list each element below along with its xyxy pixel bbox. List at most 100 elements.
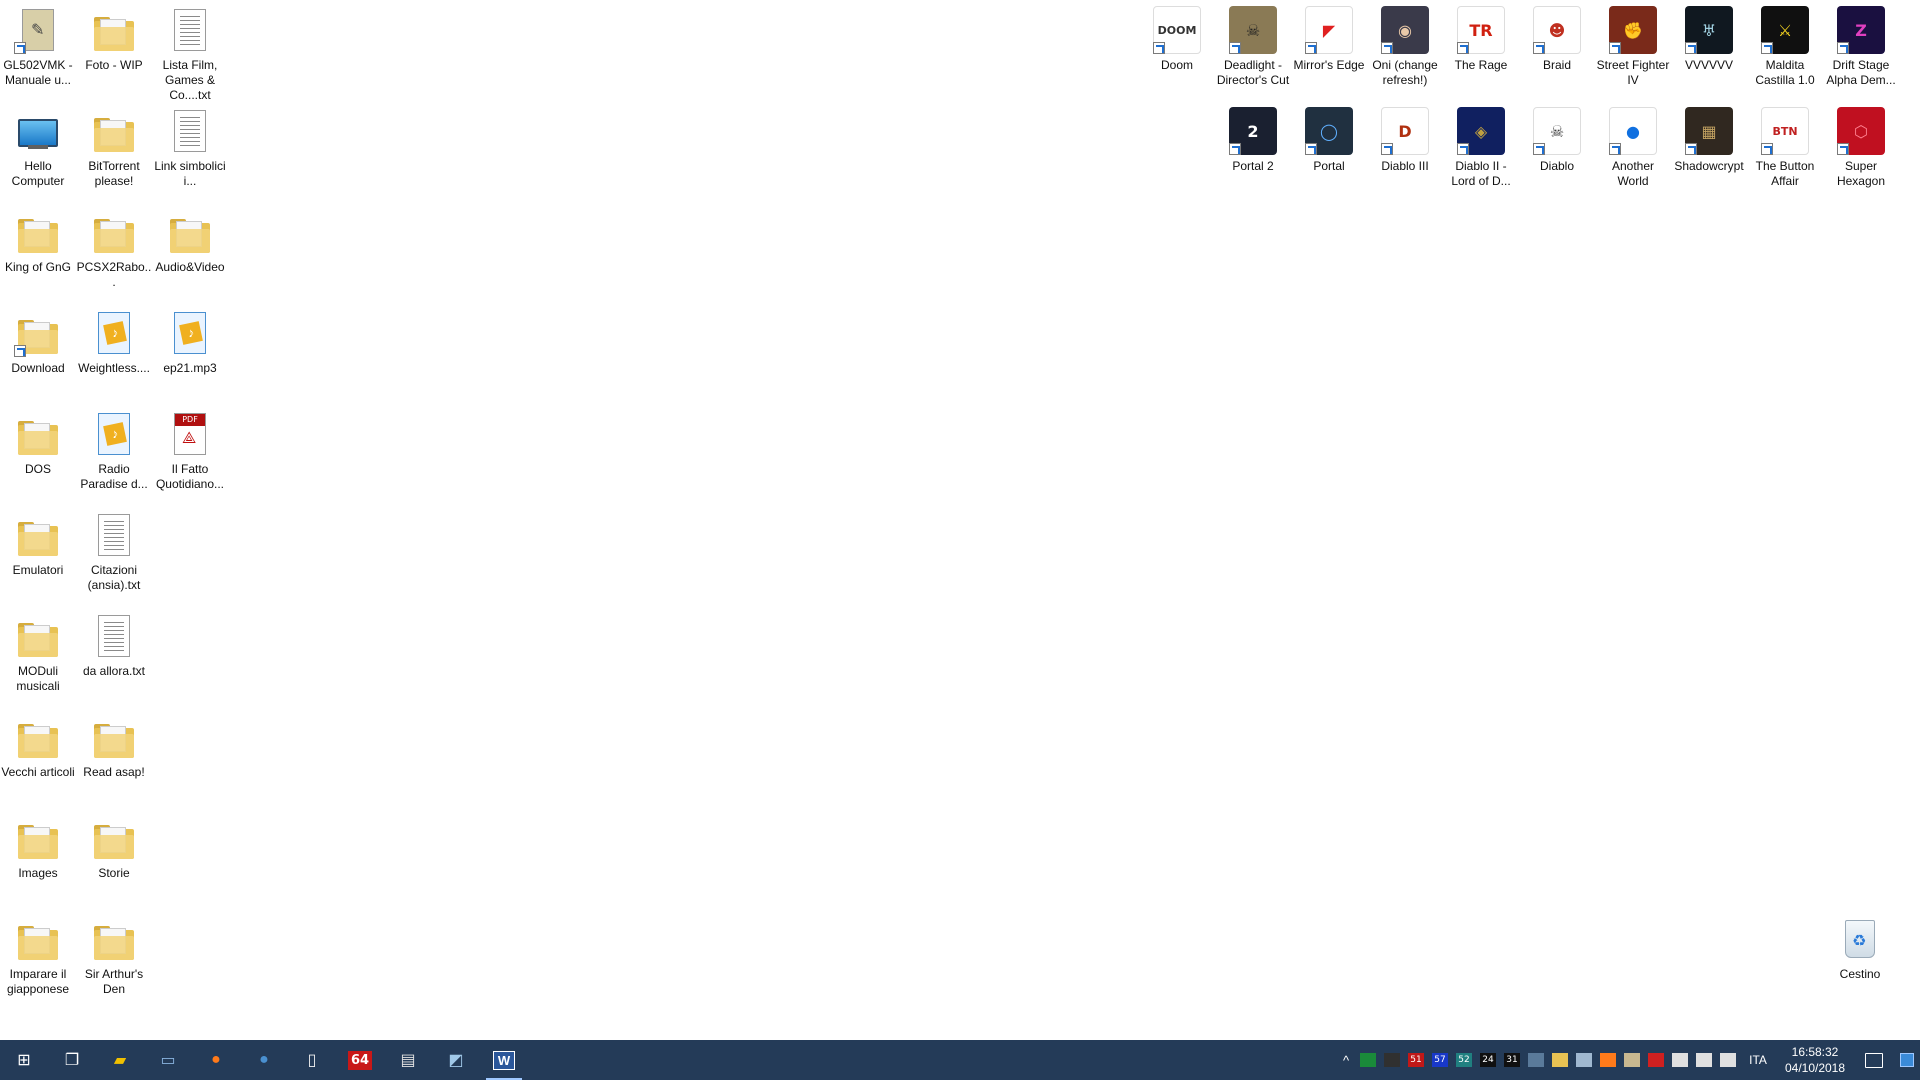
- tray-overflow-chevron-icon[interactable]: ^: [1336, 1040, 1356, 1080]
- game-shortcut-maldita-castilla-1-0[interactable]: ⚔ Maldita Castilla 1.0: [1747, 0, 1823, 88]
- desktop-icon-read-asap[interactable]: Read asap!: [76, 707, 152, 780]
- action-center-icon[interactable]: [1854, 1040, 1894, 1080]
- desktop-icon-images[interactable]: Images: [0, 808, 76, 881]
- game-shortcut-another-world[interactable]: ● Another World: [1595, 101, 1671, 189]
- tray-temp5-icon[interactable]: 31: [1500, 1040, 1524, 1080]
- desktop-icon-label: Link simbolici i...: [154, 159, 226, 188]
- game-shortcut-shadowcrypt[interactable]: ▦ Shadowcrypt: [1671, 101, 1747, 174]
- file-explorer-icon[interactable]: ▰: [96, 1040, 144, 1080]
- game-shortcut-label: Braid: [1542, 58, 1571, 72]
- game-shortcut-braid[interactable]: ☻ Braid: [1519, 0, 1595, 73]
- desktop-icon-sir-arthur-s-den[interactable]: Sir Arthur's Den: [76, 909, 152, 997]
- tray-firefox-icon[interactable]: [1596, 1040, 1620, 1080]
- thunderbird-icon[interactable]: ●: [240, 1040, 288, 1080]
- desktop-icon-label: Vecchi articoli: [1, 765, 75, 779]
- reader-icon-glyph: ▯: [307, 1052, 317, 1069]
- game-shortcut-drift-stage-alpha-dem[interactable]: Z Drift Stage Alpha Dem...: [1823, 0, 1899, 88]
- game-shortcut-deadlight-director-s-cut[interactable]: ☠ Deadlight - Director's Cut: [1215, 0, 1291, 88]
- firefox-icon[interactable]: ●: [192, 1040, 240, 1080]
- start-button[interactable]: ⊞: [0, 1040, 48, 1080]
- reader-icon[interactable]: ▯: [288, 1040, 336, 1080]
- tray-folder-icon[interactable]: [1548, 1040, 1572, 1080]
- desktop-icon-il-fatto-quotidiano[interactable]: PDF ⟁ Il Fatto Quotidiano...: [152, 404, 228, 492]
- desktop-icon-label: Audio&Video: [155, 260, 225, 274]
- game-shortcut-portal-2[interactable]: 2 Portal 2: [1215, 101, 1291, 174]
- portal-icon: ◯: [1305, 107, 1353, 155]
- desktop-icon-radio-paradise-d[interactable]: ♪ Radio Paradise d...: [76, 404, 152, 492]
- notepad-icon[interactable]: ▤: [384, 1040, 432, 1080]
- game-shortcut-doom[interactable]: DOOM Doom: [1139, 0, 1215, 73]
- audio-icon: ♪: [90, 410, 138, 458]
- game-shortcut-mirror-s-edge[interactable]: ◤ Mirror's Edge: [1291, 0, 1367, 73]
- desktop-icon-ep21-mp3[interactable]: ♪ ep21.mp3: [152, 303, 228, 376]
- game-shortcut-diablo-ii-lord-of-d[interactable]: ◈ Diablo II - Lord of D...: [1443, 101, 1519, 189]
- game-shortcut-label: Shadowcrypt: [1674, 159, 1744, 173]
- desktop-icon-imparare-il-giapponese[interactable]: Imparare il giapponese: [0, 909, 76, 997]
- desktop-icon-lista-film-games-co-txt[interactable]: Lista Film, Games & Co....txt: [152, 0, 228, 103]
- desktop-icon-audio-video[interactable]: Audio&Video: [152, 202, 228, 275]
- desktop-icon-emulatori[interactable]: Emulatori: [0, 505, 76, 578]
- desktop-icon-moduli-musicali[interactable]: MODuli musicali: [0, 606, 76, 694]
- clock[interactable]: 16:58:32 04/10/2018: [1776, 1040, 1854, 1080]
- desktop-icon-storie[interactable]: Storie: [76, 808, 152, 881]
- desktop-icon-label: King of GnG: [4, 260, 72, 274]
- desktop-icon-label: GL502VMK - Manuale u...: [3, 58, 73, 87]
- game-shortcut-diablo-iii[interactable]: D Diablo III: [1367, 101, 1443, 174]
- game-shortcut-label: Portal: [1313, 159, 1345, 173]
- game-shortcut-the-rage[interactable]: TR The Rage: [1443, 0, 1519, 73]
- tray-acrobat-icon[interactable]: [1644, 1040, 1668, 1080]
- tray-temp4-icon[interactable]: 24: [1476, 1040, 1500, 1080]
- desktop-icon-weightless[interactable]: ♪ Weightless....: [76, 303, 152, 376]
- folder-icon: [166, 208, 214, 256]
- folder-icon: [14, 208, 62, 256]
- game-shortcut-the-button-affair[interactable]: BTN The Button Affair: [1747, 101, 1823, 189]
- recycle-bin[interactable]: ♻ Cestino: [1822, 909, 1898, 982]
- tray-network-icon[interactable]: [1668, 1040, 1692, 1080]
- desktop-icon-da-allora-txt[interactable]: da allora.txt: [76, 606, 152, 679]
- desktop-icon-label: Lista Film, Games & Co....txt: [162, 58, 218, 102]
- task-view-button[interactable]: ❐: [48, 1040, 96, 1080]
- desktop-icon-dos[interactable]: DOS: [0, 404, 76, 477]
- desktop-icon-citazioni-ansia-txt[interactable]: Citazioni (ansia).txt: [76, 505, 152, 593]
- language-indicator[interactable]: ITA: [1740, 1053, 1776, 1067]
- show-desktop-button[interactable]: [1894, 1040, 1920, 1080]
- desktop-icon-pcsx2rabo[interactable]: PCSX2Rabo...: [76, 202, 152, 290]
- desktop-icon-gl502vmk-manuale-u[interactable]: ✎ GL502VMK - Manuale u...: [0, 0, 76, 88]
- game-shortcut-vvvvvv[interactable]: ♅ VVVVVV: [1671, 0, 1747, 73]
- vvvvvv-icon: ♅: [1685, 6, 1733, 54]
- game-shortcut-diablo[interactable]: ☠ Diablo: [1519, 101, 1595, 174]
- tray-temp3-icon[interactable]: 52: [1452, 1040, 1476, 1080]
- tray-battery-icon[interactable]: [1692, 1040, 1716, 1080]
- tray-temp2-icon[interactable]: 57: [1428, 1040, 1452, 1080]
- tray-window-icon[interactable]: [1572, 1040, 1596, 1080]
- tray-green-icon[interactable]: [1356, 1040, 1380, 1080]
- desktop-icon-foto-wip[interactable]: Foto - WIP: [76, 0, 152, 73]
- desktop-icon-download[interactable]: Download: [0, 303, 76, 376]
- desktop-icon-label: DOS: [24, 462, 51, 476]
- game-shortcut-label: Diablo III: [1381, 159, 1429, 173]
- tray-temp1-icon[interactable]: 51: [1404, 1040, 1428, 1080]
- tray-book-icon[interactable]: [1620, 1040, 1644, 1080]
- folder-icon: [14, 814, 62, 862]
- game-shortcut-label: VVVVVV: [1684, 58, 1734, 72]
- desktop-icon-vecchi-articoli[interactable]: Vecchi articoli: [0, 707, 76, 780]
- word-icon[interactable]: W: [480, 1040, 528, 1080]
- remote-desktop-icon[interactable]: ▭: [144, 1040, 192, 1080]
- tray-monitor-icon[interactable]: [1380, 1040, 1404, 1080]
- desktop-icon-link-simbolici-i[interactable]: Link simbolici i...: [152, 101, 228, 189]
- game-shortcut-portal[interactable]: ◯ Portal: [1291, 101, 1367, 174]
- game-shortcut-label: Street Fighter IV: [1596, 58, 1670, 87]
- game-shortcut-label: Drift Stage Alpha Dem...: [1826, 58, 1896, 87]
- game-shortcut-street-fighter-iv[interactable]: ✊ Street Fighter IV: [1595, 0, 1671, 88]
- c64-emulator-icon-glyph: 64: [347, 1050, 373, 1070]
- desktop-icon-king-of-gng[interactable]: King of GnG: [0, 202, 76, 275]
- app-icon[interactable]: ◩: [432, 1040, 480, 1080]
- c64-emulator-icon[interactable]: 64: [336, 1040, 384, 1080]
- tray-volume-icon[interactable]: [1716, 1040, 1740, 1080]
- game-shortcut-oni-change-refresh[interactable]: ◉ Oni (change refresh!): [1367, 0, 1443, 88]
- desktop-icon-hello-computer[interactable]: Hello Computer: [0, 101, 76, 189]
- game-shortcut-super-hexagon[interactable]: ⬡ Super Hexagon: [1823, 101, 1899, 189]
- desktop-icon-bittorrent-please[interactable]: BitTorrent please!: [76, 101, 152, 189]
- tray-steam-icon[interactable]: [1524, 1040, 1548, 1080]
- folder-icon: [14, 511, 62, 559]
